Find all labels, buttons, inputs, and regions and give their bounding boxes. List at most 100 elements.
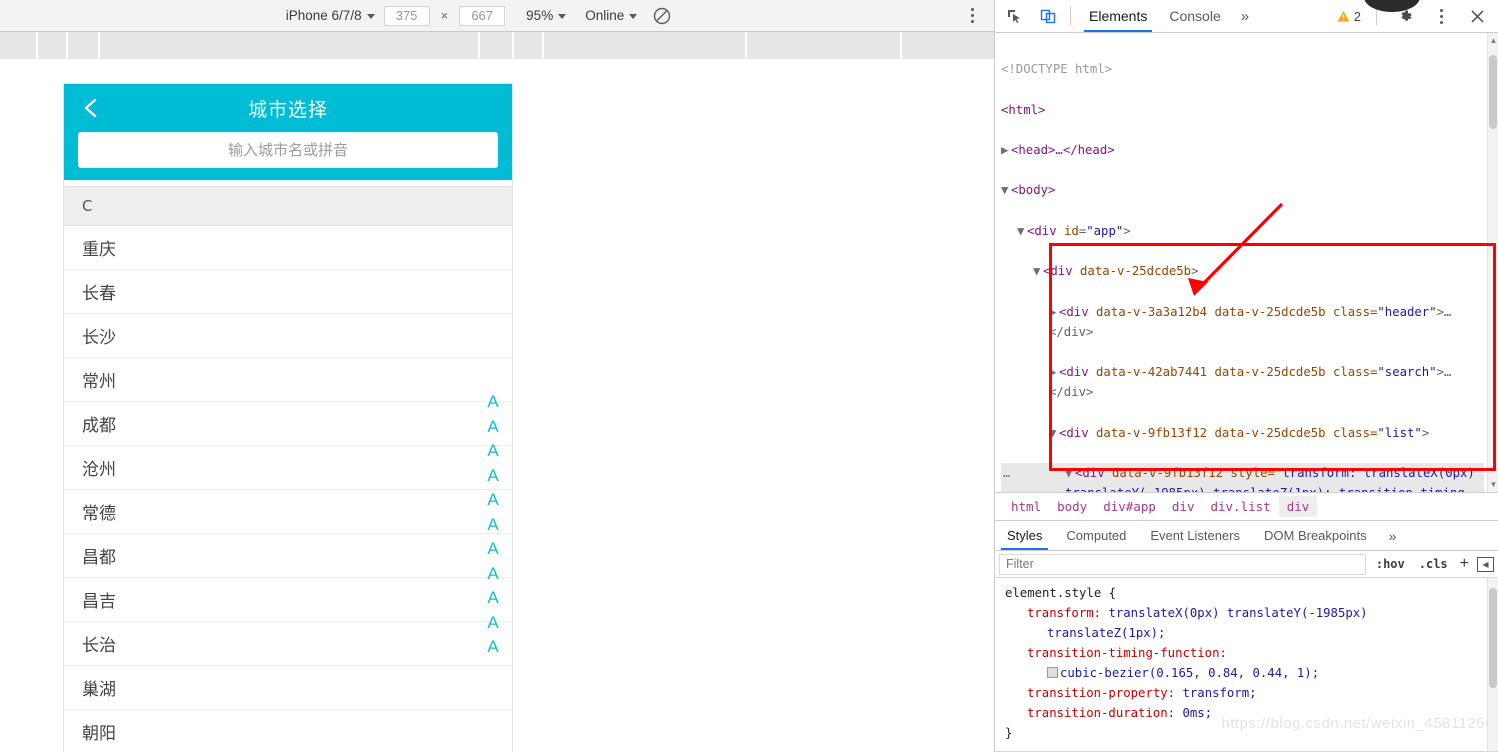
index-letter[interactable]: A bbox=[487, 611, 498, 636]
viewport-width-input[interactable] bbox=[383, 5, 430, 26]
tab-event-listeners[interactable]: Event Listeners bbox=[1138, 521, 1252, 550]
tab-computed[interactable]: Computed bbox=[1054, 521, 1138, 550]
head-tag: <head>…</head> bbox=[1011, 143, 1115, 158]
scrollbar-thumb[interactable] bbox=[1489, 55, 1497, 129]
dom-line-root-div[interactable]: ▼ <div data-v-25dcde5b> bbox=[1001, 261, 1484, 281]
app-titlebar: 城市选择 bbox=[64, 84, 512, 132]
css-declaration-transition-duration[interactable]: transition-duration: 0ms; bbox=[1005, 703, 1488, 723]
scroll-up-arrow-icon[interactable]: ▲ bbox=[1489, 36, 1498, 45]
breadcrumb-item-div-list[interactable]: div.list bbox=[1202, 496, 1278, 517]
device-selector[interactable]: iPhone 6/7/8 bbox=[286, 8, 375, 23]
more-tabs-icon[interactable]: » bbox=[1232, 8, 1258, 25]
scroll-down-arrow-icon[interactable]: ▼ bbox=[1489, 480, 1498, 489]
index-letter[interactable]: A bbox=[487, 415, 498, 440]
dom-line-body[interactable]: ▼ <body> bbox=[1001, 180, 1484, 200]
device-toolbar-icon[interactable] bbox=[1033, 2, 1063, 30]
viewport-ruler bbox=[0, 32, 994, 60]
hover-state-button[interactable]: :hov bbox=[1372, 557, 1409, 571]
collapse-arrow-icon[interactable]: ▼ bbox=[1033, 261, 1043, 281]
collapse-arrow-icon[interactable]: ▼ bbox=[1065, 463, 1075, 483]
index-letter[interactable]: A bbox=[487, 513, 498, 538]
index-letter[interactable]: A bbox=[487, 537, 498, 562]
list-item[interactable]: 长治 bbox=[64, 622, 512, 666]
index-letter[interactable]: A bbox=[487, 635, 498, 660]
index-letter[interactable]: A bbox=[487, 464, 498, 489]
rotate-screen-icon[interactable] bbox=[652, 6, 672, 26]
tab-elements[interactable]: Elements bbox=[1078, 0, 1158, 32]
device-toolbar-menu-button[interactable] bbox=[960, 0, 984, 31]
tab-console[interactable]: Console bbox=[1158, 0, 1231, 32]
back-button[interactable] bbox=[78, 95, 104, 121]
styles-rules-pane: element.style { transform: translateX(0p… bbox=[995, 578, 1498, 752]
list-item[interactable]: 重庆 bbox=[64, 226, 512, 270]
attr-name: data-v-25dcde5b bbox=[1214, 304, 1326, 319]
list-item[interactable]: 昌都 bbox=[64, 534, 512, 578]
alphabet-index-bar[interactable]: A A A A A A A A A A A bbox=[482, 390, 504, 660]
css-property: transform: bbox=[1027, 606, 1102, 620]
tab-dom-breakpoints[interactable]: DOM Breakpoints bbox=[1252, 521, 1379, 550]
dom-line-header[interactable]: ▶ <div data-v-3a3a12b4 data-v-25dcde5b cl… bbox=[1001, 302, 1484, 342]
tab-styles[interactable]: Styles bbox=[995, 521, 1054, 550]
element-overflow-dots[interactable]: … bbox=[1003, 463, 1011, 483]
css-declaration-timing-function[interactable]: transition-timing-function: bbox=[1005, 643, 1488, 663]
toggle-sidebar-icon[interactable]: ◀ bbox=[1477, 556, 1494, 572]
scrollbar-thumb[interactable] bbox=[1489, 588, 1497, 688]
city-name: 常德 bbox=[82, 504, 116, 524]
breadcrumb-item-html[interactable]: html bbox=[1003, 496, 1049, 517]
dom-line-search[interactable]: ▶ <div data-v-42ab7441 data-v-25dcde5b cl… bbox=[1001, 362, 1484, 402]
expand-arrow-icon[interactable]: ▶ bbox=[1049, 362, 1059, 382]
more-styles-tabs-icon[interactable]: » bbox=[1379, 528, 1407, 544]
new-style-rule-button[interactable]: + bbox=[1458, 555, 1471, 573]
breadcrumb-item-div-app[interactable]: div#app bbox=[1095, 496, 1164, 517]
css-declaration-timing-value[interactable]: cubic-bezier(0.165, 0.84, 0.44, 1); bbox=[1005, 663, 1488, 683]
dom-line-head[interactable]: ▶ <head>…</head> bbox=[1001, 140, 1484, 160]
element-classes-button[interactable]: .cls bbox=[1415, 557, 1452, 571]
list-item[interactable]: 朝阳 bbox=[64, 710, 512, 752]
attr-name: class= bbox=[1332, 425, 1378, 440]
breadcrumb-item-body[interactable]: body bbox=[1049, 496, 1095, 517]
list-item[interactable]: 成都 bbox=[64, 402, 512, 446]
expand-arrow-icon[interactable]: ▶ bbox=[1049, 302, 1059, 322]
list-item[interactable]: 常德 bbox=[64, 490, 512, 534]
breadcrumb-item-selected[interactable]: div bbox=[1278, 496, 1318, 517]
expand-arrow-icon[interactable]: ▶ bbox=[1001, 140, 1011, 160]
attr-name: id bbox=[1064, 223, 1079, 238]
city-search-input[interactable] bbox=[78, 132, 498, 168]
collapse-arrow-icon[interactable]: ▼ bbox=[1017, 221, 1027, 241]
city-name: 巢湖 bbox=[82, 680, 116, 700]
cubic-bezier-swatch-icon[interactable] bbox=[1047, 667, 1058, 678]
breadcrumb-item-div[interactable]: div bbox=[1164, 496, 1203, 517]
dom-line-html: <html> bbox=[1001, 100, 1484, 120]
inspect-element-icon[interactable] bbox=[999, 2, 1029, 30]
collapse-arrow-icon[interactable]: ▼ bbox=[1049, 423, 1059, 443]
index-letter[interactable]: A bbox=[487, 562, 498, 587]
list-item[interactable]: 昌吉 bbox=[64, 578, 512, 622]
styles-filter-input[interactable] bbox=[999, 553, 1366, 575]
close-devtools-button[interactable] bbox=[1462, 2, 1492, 30]
list-item[interactable]: 常州 bbox=[64, 358, 512, 402]
viewport-height-input[interactable] bbox=[459, 5, 506, 26]
index-letter[interactable]: A bbox=[487, 390, 498, 415]
list-item[interactable]: 沧州 bbox=[64, 446, 512, 490]
dom-tree-scrollbar[interactable]: ▲ ▼ bbox=[1487, 33, 1498, 492]
warning-badge[interactable]: 2 bbox=[1331, 9, 1367, 24]
css-declaration-transition-property[interactable]: transition-property: transform; bbox=[1005, 683, 1488, 703]
index-letter[interactable]: A bbox=[487, 439, 498, 464]
network-throttling-selector[interactable]: Online bbox=[585, 8, 638, 23]
list-item[interactable]: 长沙 bbox=[64, 314, 512, 358]
list-item[interactable]: 巢湖 bbox=[64, 666, 512, 710]
index-letter[interactable]: A bbox=[487, 586, 498, 611]
styles-scrollbar[interactable] bbox=[1487, 578, 1498, 752]
dom-line-list[interactable]: ▼ <div data-v-9fb13f12 data-v-25dcde5b cl… bbox=[1001, 423, 1484, 443]
list-item[interactable]: 长春 bbox=[64, 270, 512, 314]
collapse-arrow-icon[interactable]: ▼ bbox=[1001, 180, 1011, 200]
index-letter[interactable]: A bbox=[487, 488, 498, 513]
city-list: 重庆 长春 长沙 常州 成都 沧州 常德 昌都 昌吉 长治 巢湖 朝阳 bbox=[64, 226, 512, 752]
dom-line-app[interactable]: ▼ <div id="app"> bbox=[1001, 221, 1484, 241]
devtools-menu-button[interactable] bbox=[1426, 2, 1456, 30]
city-name: 朝阳 bbox=[82, 724, 116, 744]
styles-tab-list: Styles Computed Event Listeners DOM Brea… bbox=[995, 521, 1498, 551]
css-declaration-transform[interactable]: transform: translateX(0px) translateY(-1… bbox=[1005, 603, 1488, 623]
dom-line-selected-transform[interactable]: … ▼ <div data-v-9fb13f12 style="transform:… bbox=[1001, 463, 1484, 492]
zoom-selector[interactable]: 95% bbox=[526, 8, 567, 23]
